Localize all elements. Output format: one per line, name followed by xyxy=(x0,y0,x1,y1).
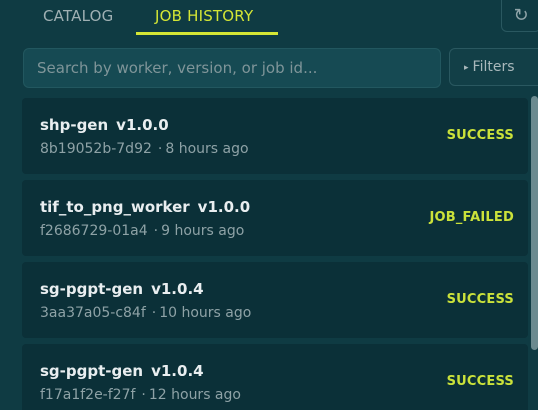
job-id: 8b19052b-7d92 xyxy=(40,141,152,157)
status-badge: SUCCESS xyxy=(446,292,514,307)
status-badge: JOB_FAILED xyxy=(429,210,514,225)
job-version: v1.0.0 xyxy=(116,116,169,134)
job-version: v1.0.0 xyxy=(197,198,251,216)
job-worker-name: shp-gen xyxy=(40,116,109,134)
job-title: tif_to_png_worker v1.0.0 xyxy=(40,198,250,216)
job-version: v1.0.4 xyxy=(151,362,204,380)
tab-job-history[interactable]: JOB HISTORY xyxy=(155,7,253,25)
job-row[interactable]: tif_to_png_worker v1.0.0 f2686729-01a4 · 9 … xyxy=(22,180,528,256)
filters-button[interactable]: ▸ Filters xyxy=(449,48,538,86)
job-time: 12 hours ago xyxy=(148,387,241,403)
status-badge: SUCCESS xyxy=(446,128,514,143)
tab-catalog[interactable]: CATALOG xyxy=(43,7,113,25)
job-meta: 8b19052b-7d92 · 8 hours ago xyxy=(40,141,249,157)
job-history-panel: CATALOG JOB HISTORY ↻ ▸Filters shp-gen v1… xyxy=(0,0,538,410)
filters-label: Filters xyxy=(472,59,515,75)
refresh-icon: ↻ xyxy=(513,5,529,26)
meta-separator: · xyxy=(153,223,159,239)
job-title: sg-pgpt-gen v1.0.4 xyxy=(40,280,204,298)
tab-bar: CATALOG JOB HISTORY xyxy=(0,0,538,38)
triangle-right-icon: ▸ xyxy=(464,63,469,73)
job-time: 8 hours ago xyxy=(165,141,249,157)
job-row[interactable]: shp-gen v1.0.0 8b19052b-7d92 · 8 hours ago … xyxy=(22,98,528,174)
job-meta: f17a1f2e-f27f · 12 hours ago xyxy=(40,387,241,403)
job-worker-name: tif_to_png_worker xyxy=(40,198,190,216)
meta-separator: · xyxy=(141,387,146,403)
job-id: 3aa37a05-c84f xyxy=(40,305,146,321)
job-time: 9 hours ago xyxy=(161,223,245,239)
job-title: shp-gen v1.0.0 xyxy=(40,116,169,134)
refresh-button[interactable]: ↻ xyxy=(501,0,538,32)
status-badge: SUCCESS xyxy=(446,374,514,389)
meta-separator: · xyxy=(151,305,157,321)
scrollbar-thumb[interactable] xyxy=(531,96,538,350)
job-row[interactable]: sg-pgpt-gen v1.0.4 3aa37a05-c84f · 10 hours… xyxy=(22,262,528,338)
job-time: 10 hours ago xyxy=(159,305,252,321)
job-id: f2686729-01a4 xyxy=(40,223,148,239)
job-meta: 3aa37a05-c84f · 10 hours ago xyxy=(40,305,251,321)
job-meta: f2686729-01a4 · 9 hours ago xyxy=(40,223,244,239)
job-worker-name: sg-pgpt-gen xyxy=(40,362,144,380)
job-id: f17a1f2e-f27f xyxy=(40,387,136,403)
search-input[interactable] xyxy=(24,49,440,87)
job-title: sg-pgpt-gen v1.0.4 xyxy=(40,362,204,380)
search-box xyxy=(23,48,441,88)
meta-separator: · xyxy=(157,141,163,157)
job-row[interactable]: sg-pgpt-gen v1.0.4 f17a1f2e-f27f · 12 hours… xyxy=(22,344,528,410)
active-tab-indicator xyxy=(136,32,278,35)
job-worker-name: sg-pgpt-gen xyxy=(40,280,144,298)
job-version: v1.0.4 xyxy=(151,280,204,298)
